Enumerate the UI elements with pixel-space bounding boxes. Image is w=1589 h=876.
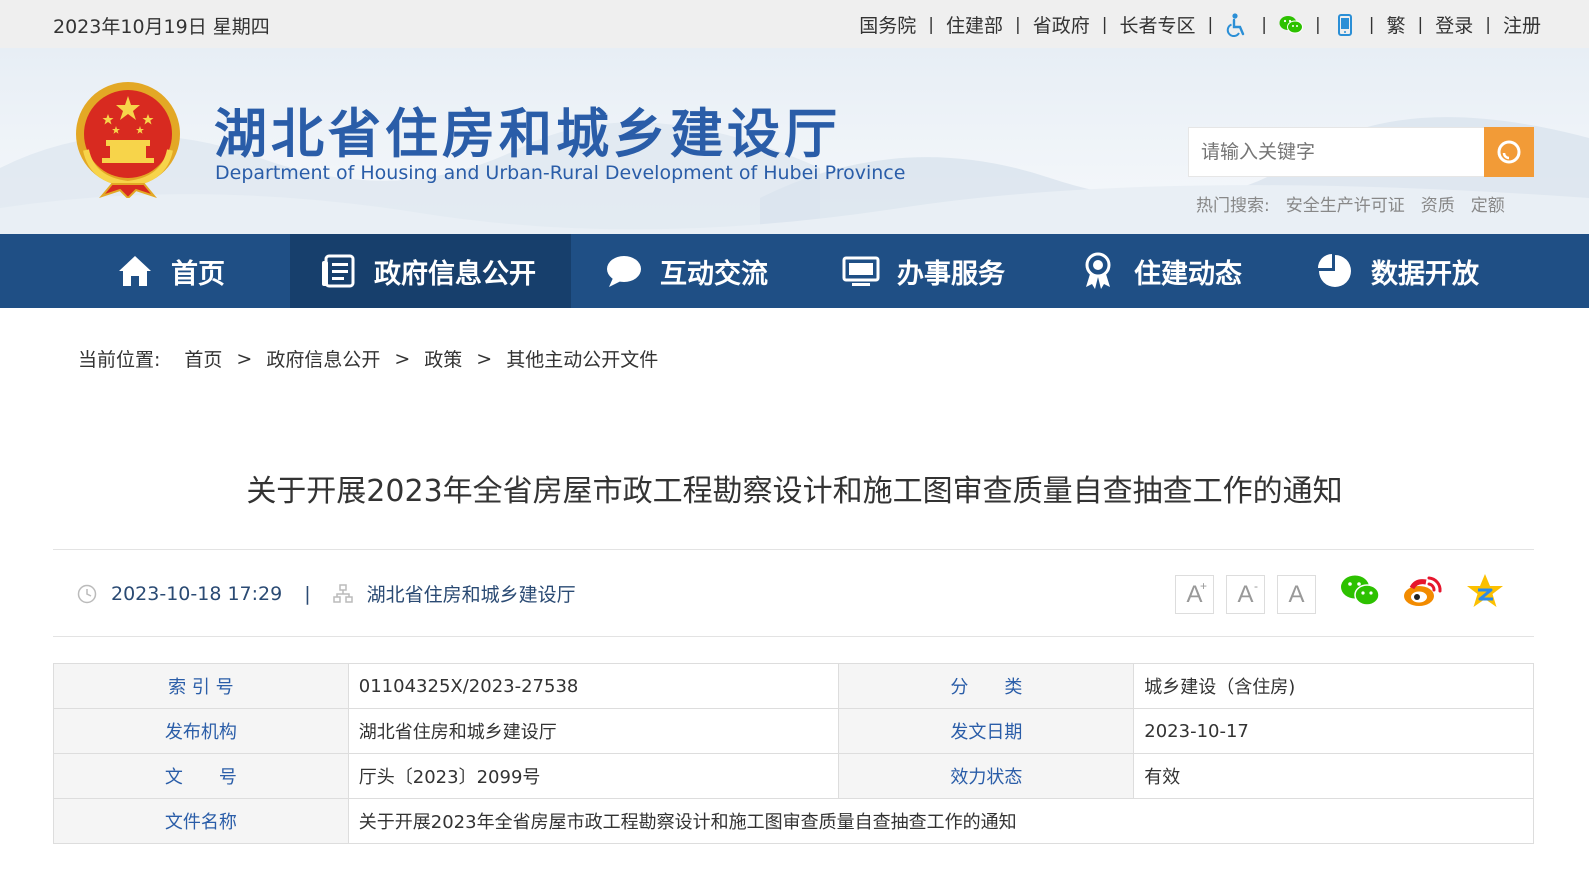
top-links: 国务院 | 住建部 | 省政府 | 长者专区 | | | | 繁 | 登录 | … (859, 11, 1541, 38)
divider (53, 636, 1534, 637)
nav-open-data[interactable]: 数据开放 (1315, 234, 1479, 308)
publisher-value: 湖北省住房和城乡建设厅 (347, 708, 840, 754)
doc-number-value: 厅头〔2023〕2099号 (347, 753, 840, 799)
nav-gov-info[interactable]: 政府信息公开 (290, 234, 571, 308)
weibo-share-icon[interactable] (1402, 574, 1444, 612)
top-bar: 2023年10月19日 星期四 国务院 | 住建部 | 省政府 | 长者专区 |… (0, 0, 1589, 48)
link-state-council[interactable]: 国务院 (859, 11, 916, 38)
hot-term-qualification[interactable]: 资质 (1421, 191, 1455, 216)
link-elderly-zone[interactable]: 长者专区 (1120, 11, 1196, 38)
link-traditional-chinese[interactable]: 繁 (1386, 11, 1405, 38)
breadcrumb-policy[interactable]: 政策 (424, 345, 462, 372)
table-row: 索 引 号 01104325X/2023-27538 分 类 城乡建设（含住房) (53, 663, 1534, 709)
clock-icon (77, 584, 97, 604)
hot-term-quota[interactable]: 定额 (1471, 191, 1505, 216)
hot-term-safety-license[interactable]: 安全生产许可证 (1286, 191, 1405, 216)
category-value: 城乡建设（含住房) (1133, 663, 1534, 709)
share-buttons (1340, 573, 1504, 613)
nav-home[interactable]: 首页 (115, 234, 225, 308)
search-input[interactable] (1189, 128, 1484, 176)
search-button[interactable] (1484, 127, 1534, 177)
award-icon (1078, 251, 1118, 291)
main-nav: 首页 政府信息公开 互动交流 办事服务 住建动态 数据开放 (0, 234, 1589, 308)
font-increase-button[interactable]: A + (1175, 575, 1214, 614)
table-row: 文件名称 关于开展2023年全省房屋市政工程勘察设计和施工图审查质量自查抽查工作… (53, 798, 1535, 844)
link-ministry-housing[interactable]: 住建部 (946, 11, 1003, 38)
validity-value: 有效 (1133, 753, 1534, 799)
monitor-icon (841, 251, 881, 291)
table-row: 文 号 厅头〔2023〕2099号 效力状态 有效 (53, 753, 1534, 799)
article-meta: 2023-10-18 17:29 | 湖北省住房和城乡建设厅 (77, 580, 576, 607)
issue-date-label: 发文日期 (838, 708, 1135, 754)
mobile-icon[interactable] (1333, 13, 1357, 37)
index-number-value: 01104325X/2023-27538 (347, 663, 840, 709)
site-subtitle: Department of Housing and Urban-Rural De… (215, 162, 906, 184)
category-label: 分 类 (838, 663, 1135, 709)
doc-name-label: 文件名称 (53, 798, 349, 844)
qzone-share-icon[interactable] (1466, 573, 1504, 613)
chat-bubble-icon (604, 251, 644, 291)
pie-chart-icon (1315, 251, 1355, 291)
breadcrumb: 当前位置: 首页 > 政府信息公开 > 政策 > 其他主动公开文件 (78, 345, 658, 372)
publisher-label: 发布机构 (53, 708, 349, 754)
national-emblem-logo[interactable] (72, 80, 184, 198)
nav-news[interactable]: 住建动态 (1078, 234, 1242, 308)
font-size-controls: A + A- A (1175, 575, 1316, 614)
search-icon (1497, 140, 1521, 164)
nav-services[interactable]: 办事服务 (841, 234, 1005, 308)
article-title: 关于开展2023年全省房屋市政工程勘察设计和施工图审查质量自查抽查工作的通知 (246, 474, 1343, 509)
validity-label: 效力状态 (838, 753, 1135, 799)
document-icon (318, 251, 358, 291)
breadcrumb-label: 当前位置: (78, 349, 161, 371)
issue-date-value: 2023-10-17 (1133, 708, 1534, 754)
wechat-icon[interactable] (1279, 13, 1304, 37)
font-decrease-button[interactable]: A- (1226, 575, 1265, 614)
organization-icon (332, 583, 353, 604)
current-date: 2023年10月19日 星期四 (53, 16, 270, 38)
table-row: 发布机构 湖北省住房和城乡建设厅 发文日期 2023-10-17 (53, 708, 1534, 754)
home-icon (115, 251, 155, 291)
hot-search: 热门搜索: 安全生产许可证 资质 定额 (1196, 191, 1505, 216)
document-info-table: 索 引 号 01104325X/2023-27538 分 类 城乡建设（含住房)… (53, 663, 1535, 844)
site-header: 湖北省住房和城乡建设厅 Department of Housing and Ur… (0, 48, 1589, 234)
wechat-share-icon[interactable] (1340, 574, 1380, 612)
doc-name-value: 关于开展2023年全省房屋市政工程勘察设计和施工图审查质量自查抽查工作的通知 (347, 798, 1535, 844)
accessibility-icon[interactable] (1225, 12, 1249, 37)
link-provincial-gov[interactable]: 省政府 (1033, 11, 1090, 38)
font-reset-button[interactable]: A (1277, 575, 1316, 614)
hot-search-label: 热门搜索: (1196, 196, 1270, 216)
divider (53, 549, 1534, 550)
breadcrumb-other-docs[interactable]: 其他主动公开文件 (506, 345, 658, 372)
breadcrumb-home[interactable]: 首页 (184, 345, 222, 372)
site-title: 湖北省住房和城乡建设厅 (214, 103, 841, 165)
link-register[interactable]: 注册 (1503, 11, 1541, 38)
breadcrumb-gov-info[interactable]: 政府信息公开 (266, 345, 380, 372)
publish-datetime: 2023-10-18 17:29 (111, 582, 283, 605)
doc-number-label: 文 号 (53, 753, 349, 799)
search-box (1188, 127, 1485, 177)
article-source: 湖北省住房和城乡建设厅 (366, 584, 576, 606)
nav-interaction[interactable]: 互动交流 (604, 234, 768, 308)
index-number-label: 索 引 号 (53, 663, 349, 709)
link-login[interactable]: 登录 (1435, 11, 1473, 38)
